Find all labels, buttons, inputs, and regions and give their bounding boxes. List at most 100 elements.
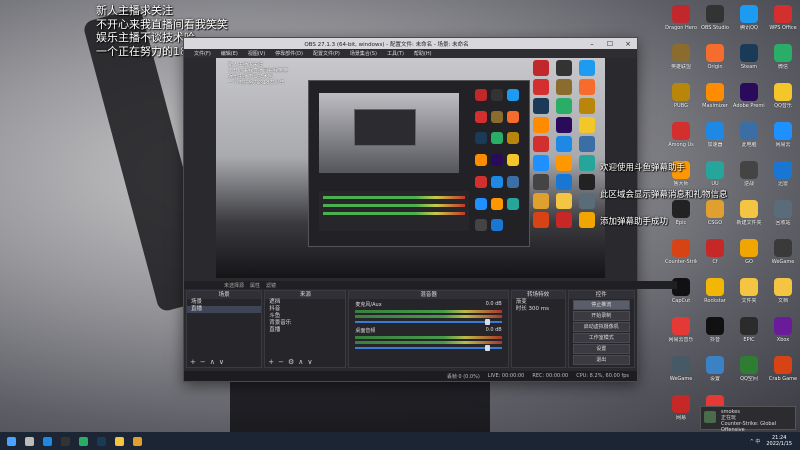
steam-taskbar-icon[interactable]	[94, 434, 108, 448]
desktop-icon[interactable]: Xbox	[767, 314, 799, 352]
filters-button[interactable]: 滤镜	[266, 282, 276, 289]
desktop-icon[interactable]: QQ音乐	[767, 80, 799, 118]
desktop-icon[interactable]: 设置	[699, 353, 731, 391]
desktop-icon[interactable]: WeGame	[665, 353, 697, 391]
scene-controls[interactable]: +−∧∨	[190, 358, 228, 366]
mini-app-icon	[556, 117, 572, 133]
desktop-icon[interactable]: 新建文件夹	[733, 197, 765, 235]
menu-tools[interactable]: 工具(T)	[387, 50, 404, 57]
desktop-icon[interactable]: Dragon Hero	[665, 2, 697, 40]
csgo-taskbar-icon[interactable]	[130, 434, 144, 448]
properties-button[interactable]: 属性	[250, 282, 260, 289]
desktop-icon-label: 网易	[675, 415, 686, 421]
settings-button[interactable]: 设置	[572, 344, 631, 354]
mini-app-icon	[507, 219, 519, 232]
mini-app-icon	[556, 193, 572, 209]
menu-view[interactable]: 视图(V)	[248, 50, 265, 57]
desktop-icon[interactable]: Steam	[733, 41, 765, 79]
nested-desktop-icons	[475, 89, 523, 239]
close-icon[interactable]: ×	[619, 40, 637, 48]
virtual-camera-button[interactable]: 启动虚拟摄像机	[572, 322, 631, 332]
desktop-icon[interactable]: Origin	[699, 41, 731, 79]
explorer-taskbar-icon[interactable]	[112, 434, 126, 448]
desktop-icon-label: 设置	[709, 376, 720, 382]
app-icon	[672, 5, 690, 23]
desktop-icon[interactable]: 此电脑	[733, 119, 765, 157]
source-item[interactable]: 斗鱼	[265, 313, 345, 320]
mini-app-icon	[475, 110, 487, 123]
mini-app-icon	[491, 175, 503, 188]
minimize-icon[interactable]: –	[583, 40, 601, 48]
start-recording-button[interactable]: 开始录制	[572, 311, 631, 321]
desktop-icon[interactable]: 腾讯QQ	[733, 2, 765, 40]
desktop-icon[interactable]: Among Us	[665, 119, 697, 157]
obs-titlebar[interactable]: OBS 27.1.3 (64-bit, windows) - 配置文件: 未命名…	[184, 38, 637, 49]
menu-file[interactable]: 文件(F)	[194, 50, 211, 57]
desktop-icon[interactable]: 文件夹	[733, 275, 765, 313]
menu-help[interactable]: 帮助(H)	[414, 50, 432, 57]
edge-taskbar-icon[interactable]	[40, 434, 54, 448]
desktop-icon[interactable]: EPIC	[733, 314, 765, 352]
desktop-icon[interactable]: Adobe Premiere	[733, 80, 765, 118]
source-item[interactable]: 背景音乐	[265, 320, 345, 327]
desktop-icon[interactable]: 网易	[665, 392, 697, 430]
menu-edit[interactable]: 编辑(E)	[221, 50, 238, 57]
desktop-icon[interactable]: 抖音	[699, 314, 731, 352]
transition-type-select[interactable]: 渐变	[512, 299, 565, 306]
scene-item[interactable]: 场景	[187, 299, 261, 306]
studio-mode-button[interactable]: 工作室模式	[572, 333, 631, 343]
app-icon	[774, 356, 792, 374]
desktop-icon[interactable]: WPS Office	[767, 2, 799, 40]
tray-icons[interactable]: ^ 中	[750, 438, 761, 445]
stop-streaming-button[interactable]: 停止推流	[572, 300, 631, 310]
source-item[interactable]: 遮挡	[265, 299, 345, 306]
dropped-frames: 丢帧 0 (0.0%)	[446, 373, 480, 380]
transition-duration[interactable]: 时长 300 ms	[512, 306, 565, 313]
desktop-icon[interactable]: 逆战	[733, 158, 765, 196]
search-taskbar-icon[interactable]	[22, 434, 36, 448]
desktop-icon[interactable]: Cf	[699, 236, 731, 274]
desktop-icon[interactable]: Maximizer	[699, 80, 731, 118]
desktop-icon[interactable]: 网易云	[767, 119, 799, 157]
menu-profile[interactable]: 配置文件(P)	[313, 50, 340, 57]
desktop-icon[interactable]: GO	[733, 236, 765, 274]
desktop-icon[interactable]: 网易云音乐	[665, 314, 697, 352]
desktop-icon[interactable]: WeGame	[767, 236, 799, 274]
clock[interactable]: 21:24 2022/1/15	[766, 435, 792, 447]
desktop-icon-label: 网易云	[775, 142, 791, 148]
source-item[interactable]: 直播	[265, 327, 345, 334]
desktop-icon-label: 加速器	[707, 142, 723, 148]
desktop-icon[interactable]: Rockstar	[699, 275, 731, 313]
desktop-icon[interactable]: 微信	[767, 41, 799, 79]
windows-taskbar-icon[interactable]	[4, 434, 18, 448]
maximize-icon[interactable]: ☐	[601, 40, 619, 48]
desktop-icon[interactable]: OBS Studio	[699, 2, 731, 40]
chat-message: 添加弹幕助手成功	[600, 217, 669, 227]
exit-button[interactable]: 退出	[572, 355, 631, 365]
desktop-icon[interactable]: QQ空间	[733, 353, 765, 391]
obs-taskbar-icon[interactable]	[58, 434, 72, 448]
desktop-icon[interactable]: 回收站	[767, 197, 799, 235]
volume-slider[interactable]	[355, 345, 502, 351]
system-tray[interactable]: ^ 中 21:24 2022/1/15	[750, 435, 800, 447]
wechat-taskbar-icon[interactable]	[76, 434, 90, 448]
desktop-icon[interactable]: Crab Game	[767, 353, 799, 391]
desktop-icon[interactable]: Counter-Strike	[665, 236, 697, 274]
search-icon	[24, 436, 34, 446]
desktop-icon[interactable]: 文档	[767, 275, 799, 313]
duration-value[interactable]: 300 ms	[529, 306, 549, 312]
desktop-icon[interactable]: 迅雷	[767, 158, 799, 196]
volume-slider[interactable]	[355, 319, 502, 325]
app-icon	[672, 122, 690, 140]
source-item[interactable]: 抖音	[265, 306, 345, 313]
desktop-icon[interactable]: 加速器	[699, 119, 731, 157]
steam-notification[interactable]: smokes 正在玩 Counter-Strike: Global Offens…	[700, 406, 796, 433]
desktop-icon[interactable]: PUBG	[665, 80, 697, 118]
obs-preview[interactable]: 新人主播求关注 不开心来我直播间看我笑笑 娱乐主播不谈技术哈 一个正在努力的18…	[216, 58, 605, 278]
desktop-icon[interactable]: 英雄联盟	[665, 41, 697, 79]
menu-docks[interactable]: 停靠部件(D)	[275, 50, 303, 57]
scene-item[interactable]: 直播	[187, 306, 262, 313]
menu-scene-collection[interactable]: 场景集合(S)	[350, 50, 377, 57]
source-controls[interactable]: +−⚙∧∨	[268, 358, 316, 366]
obs-window[interactable]: OBS 27.1.3 (64-bit, windows) - 配置文件: 未命名…	[183, 37, 677, 382]
